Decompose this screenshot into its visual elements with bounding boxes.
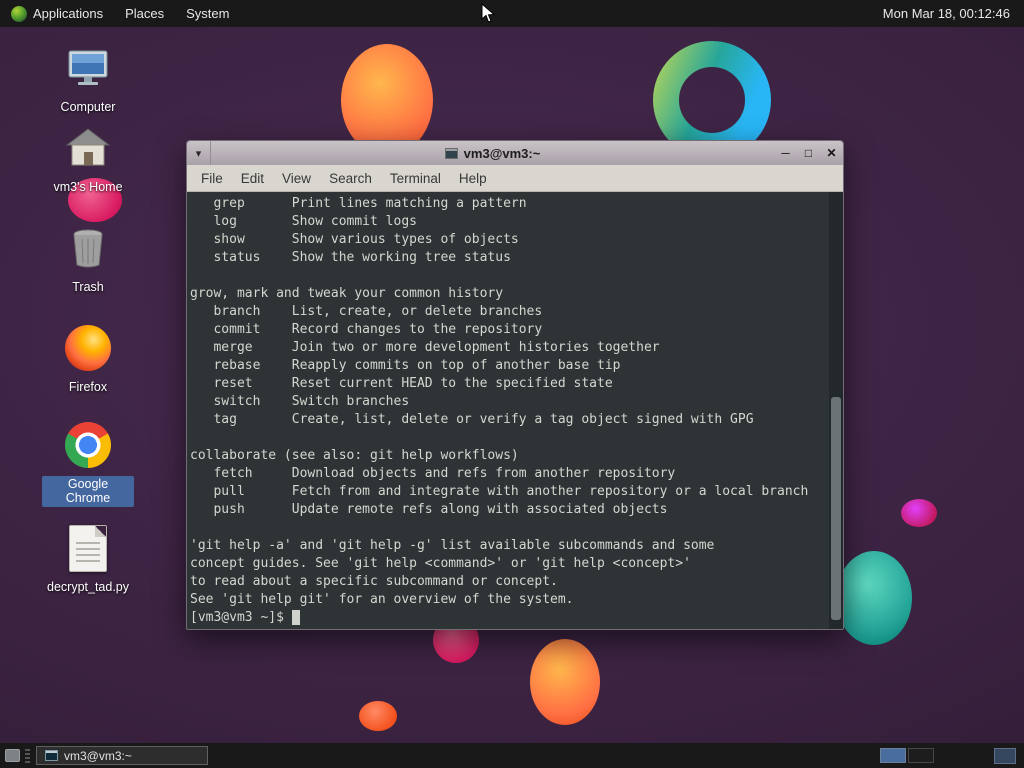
menu-file[interactable]: File [192,171,232,186]
wallpaper-blob-magenta [901,499,937,527]
computer-icon [64,44,112,92]
desktop-icon-chrome[interactable]: Google Chrome [42,421,134,507]
terminal-cursor [291,610,300,625]
taskbar-window-label: vm3@vm3:~ [64,748,132,763]
desktop-icon-label: Google Chrome [42,476,134,507]
desktop-icon-firefox[interactable]: Firefox [42,324,134,395]
top-panel: Applications Places System Mon Mar 18, 0… [0,0,1024,27]
system-menu-label: System [186,6,230,21]
terminal-scrollbar[interactable] [829,192,843,629]
wallpaper-blob-orange-bottom [530,639,600,725]
python-file-icon [64,524,112,572]
show-desktop-icon[interactable] [5,749,20,762]
menu-view[interactable]: View [273,171,320,186]
desktop-icon-label: Trash [72,280,104,294]
places-menu[interactable]: Places [114,0,175,27]
places-menu-label: Places [125,6,165,21]
terminal-screen[interactable]: grep Print lines matching a pattern log … [187,192,843,629]
close-button[interactable]: ✕ [820,141,843,165]
workspace-switcher [880,748,934,763]
applications-menu-label: Applications [33,6,104,21]
chevron-down-icon: ▾ [195,147,202,160]
applications-menu[interactable]: Applications [0,0,114,27]
workspace-2[interactable] [908,748,934,763]
desktop-icon-trash[interactable]: Trash [42,224,134,295]
menu-help[interactable]: Help [450,171,496,186]
menu-terminal[interactable]: Terminal [381,171,450,186]
desktop: Applications Places System Mon Mar 18, 0… [0,0,1024,768]
menu-edit[interactable]: Edit [232,171,273,186]
firefox-icon [64,324,112,372]
taskbar-window-button[interactable]: vm3@vm3:~ [36,746,208,765]
chrome-icon [64,421,112,469]
system-menu[interactable]: System [175,0,240,27]
desktop-icon-label: decrypt_tad.py [47,580,129,594]
home-folder-icon [64,124,112,172]
window-list-handle-icon[interactable] [25,747,30,764]
terminal-icon [444,147,458,159]
terminal-titlebar[interactable]: ▾ vm3@vm3:~ ─ □ ✕ [187,141,843,165]
window-menu-button[interactable]: ▾ [187,141,211,165]
menu-search[interactable]: Search [320,171,381,186]
wallpaper-blob-teal [836,551,912,645]
trash-icon [64,224,112,272]
desktop-icon-python-file[interactable]: decrypt_tad.py [42,524,134,595]
bottom-panel: vm3@vm3:~ [0,743,1024,768]
distro-logo-icon [11,5,27,22]
terminal-prompt: [vm3@vm3 ~]$ [190,610,292,625]
scrollbar-thumb[interactable] [831,397,841,621]
terminal-output: grep Print lines matching a pattern log … [190,196,809,607]
window-title-area: vm3@vm3:~ [211,146,774,161]
maximize-button[interactable]: □ [797,141,820,165]
terminal-menubar: File Edit View Search Terminal Help [187,165,843,192]
minimize-button[interactable]: ─ [774,141,797,165]
desktop-icon-label: vm3's Home [53,180,123,194]
desktop-icon-home[interactable]: vm3's Home [42,124,134,195]
terminal-window: ▾ vm3@vm3:~ ─ □ ✕ File Edit View Search … [186,140,844,630]
clock[interactable]: Mon Mar 18, 00:12:46 [883,6,1024,21]
desktop-icon-label: Firefox [68,380,108,394]
panel-corner-applet-icon[interactable] [994,747,1016,764]
workspace-1-active[interactable] [880,748,906,763]
window-title: vm3@vm3:~ [463,145,541,161]
mouse-cursor-icon [481,3,496,23]
wallpaper-blob-red-bottom [359,701,397,731]
terminal-prompt-line: [vm3@vm3 ~]$ [190,609,825,627]
terminal-icon [45,750,58,761]
desktop-icon-label: Computer [60,100,116,114]
desktop-icon-computer[interactable]: Computer [42,44,134,115]
